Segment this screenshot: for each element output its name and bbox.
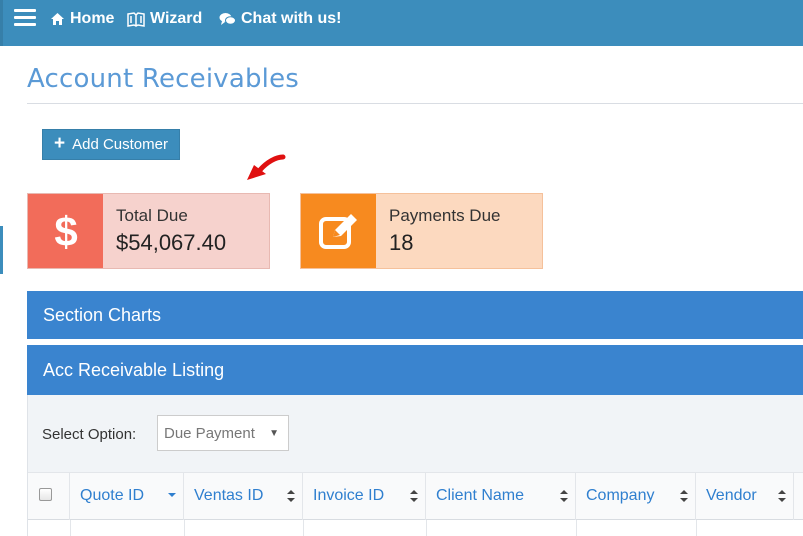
select-option-label: Select Option: bbox=[42, 426, 137, 443]
row-divider bbox=[576, 520, 577, 536]
total-due-value: $54,067.40 bbox=[116, 230, 227, 255]
column-ventas-id[interactable]: Ventas ID bbox=[184, 472, 303, 520]
row-divider bbox=[696, 520, 697, 536]
title-divider bbox=[27, 103, 803, 104]
edit-icon bbox=[301, 194, 376, 268]
column-ventas-id-label: Ventas ID bbox=[194, 487, 264, 504]
column-client-name-label: Client Name bbox=[436, 487, 525, 504]
chat-bubbles-icon bbox=[219, 13, 236, 25]
svg-text:$: $ bbox=[54, 209, 77, 253]
option-select[interactable]: Due Payment ▼ bbox=[157, 415, 289, 451]
top-navbar: Home Wizard Chat with us! bbox=[0, 0, 803, 46]
table-row bbox=[28, 520, 803, 536]
column-invoice-id[interactable]: Invoice ID bbox=[303, 472, 426, 520]
option-select-value: Due Payment bbox=[164, 424, 255, 442]
add-customer-button[interactable]: + Add Customer bbox=[42, 129, 180, 160]
plus-icon: + bbox=[54, 133, 66, 154]
payments-due-value: 18 bbox=[389, 230, 414, 255]
column-quote-id[interactable]: Quote ID bbox=[70, 472, 184, 520]
column-invoice-id-label: Invoice ID bbox=[313, 487, 385, 504]
row-divider bbox=[184, 520, 185, 536]
section-charts-header[interactable]: Section Charts bbox=[27, 291, 803, 339]
nav-chat-link[interactable]: Chat with us! bbox=[219, 9, 341, 29]
nav-wizard-link[interactable]: Wizard bbox=[127, 9, 202, 29]
hamburger-icon[interactable] bbox=[14, 9, 36, 27]
select-all-cell bbox=[28, 472, 70, 520]
nav-chat-label: Chat with us! bbox=[241, 10, 342, 27]
sort-icon bbox=[287, 490, 295, 502]
row-divider bbox=[426, 520, 427, 536]
column-quote-id-label: Quote ID bbox=[80, 487, 145, 504]
listing-title: Acc Receivable Listing bbox=[43, 359, 225, 380]
listing-header[interactable]: Acc Receivable Listing bbox=[27, 345, 803, 395]
total-due-label: Total Due bbox=[116, 206, 188, 225]
book-icon bbox=[127, 11, 145, 27]
add-customer-label: Add Customer bbox=[72, 136, 168, 153]
row-divider bbox=[70, 520, 71, 536]
sort-icon bbox=[410, 490, 418, 502]
sort-icon bbox=[680, 490, 688, 502]
nav-wizard-label: Wizard bbox=[150, 10, 203, 27]
payments-due-box: Payments Due 18 bbox=[300, 193, 543, 269]
row-divider bbox=[303, 520, 304, 536]
payments-due-label: Payments Due bbox=[389, 206, 501, 225]
nav-home-link[interactable]: Home bbox=[50, 9, 114, 29]
sort-icon bbox=[560, 490, 568, 502]
column-vendor[interactable]: Vendor bbox=[696, 472, 794, 520]
column-company-label: Company bbox=[586, 487, 655, 504]
select-all-checkbox[interactable] bbox=[39, 488, 52, 501]
sort-desc-icon bbox=[168, 493, 176, 497]
annotation-arrow-icon bbox=[247, 154, 286, 180]
column-vendor-label: Vendor bbox=[706, 487, 757, 504]
caret-down-icon: ▼ bbox=[269, 428, 279, 439]
dollar-icon: $ bbox=[28, 194, 103, 268]
sort-icon bbox=[778, 490, 786, 502]
navbar-edge bbox=[0, 0, 3, 46]
page-title: Account Receivables bbox=[27, 64, 300, 94]
home-icon bbox=[51, 13, 64, 25]
left-accent-bar bbox=[0, 226, 3, 274]
column-client-name[interactable]: Client Name bbox=[426, 472, 576, 520]
nav-home-label: Home bbox=[70, 10, 115, 27]
section-charts-title: Section Charts bbox=[43, 304, 162, 325]
total-due-box: $ Total Due $54,067.40 bbox=[27, 193, 270, 269]
column-company[interactable]: Company bbox=[576, 472, 696, 520]
